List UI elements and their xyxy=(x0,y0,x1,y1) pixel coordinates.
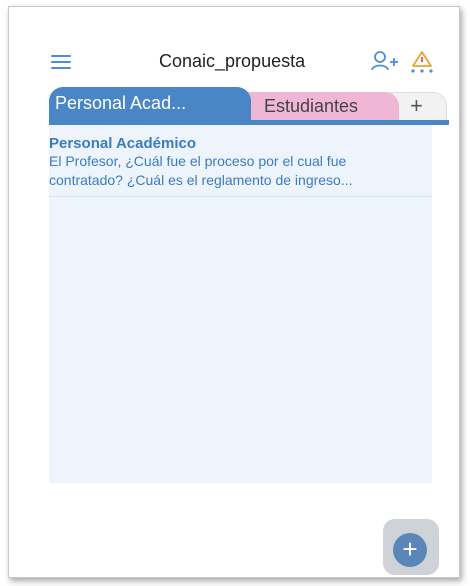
warning-icon[interactable] xyxy=(409,50,435,74)
tab-bar: Personal Acad... Estudiantes + xyxy=(49,87,449,125)
list-item-text-line1: El Profesor, ¿Cuál fue el proceso por el… xyxy=(49,153,347,169)
page-title: Conaic_propuesta xyxy=(159,51,306,71)
list-item-text-line2: contratado? ¿Cuál es el reglamento de in… xyxy=(49,172,353,188)
list-item-title: Personal Académico xyxy=(49,135,197,152)
app-window: Conaic_propuesta Personal Acad... Estudi… xyxy=(8,6,460,578)
add-icon: + xyxy=(393,533,427,567)
floating-add-button[interactable]: + xyxy=(383,519,439,575)
list-item[interactable]: Personal Académico El Profesor, ¿Cuál fu… xyxy=(49,125,432,197)
add-user-icon[interactable] xyxy=(371,50,399,72)
tab-estudiantes[interactable]: Estudiantes xyxy=(234,92,399,120)
tab-personal-academico[interactable]: Personal Acad... xyxy=(49,87,251,120)
content-list: Personal Académico El Profesor, ¿Cuál fu… xyxy=(49,125,432,483)
hamburger-icon[interactable] xyxy=(51,55,71,69)
app-header: Conaic_propuesta xyxy=(9,47,459,77)
